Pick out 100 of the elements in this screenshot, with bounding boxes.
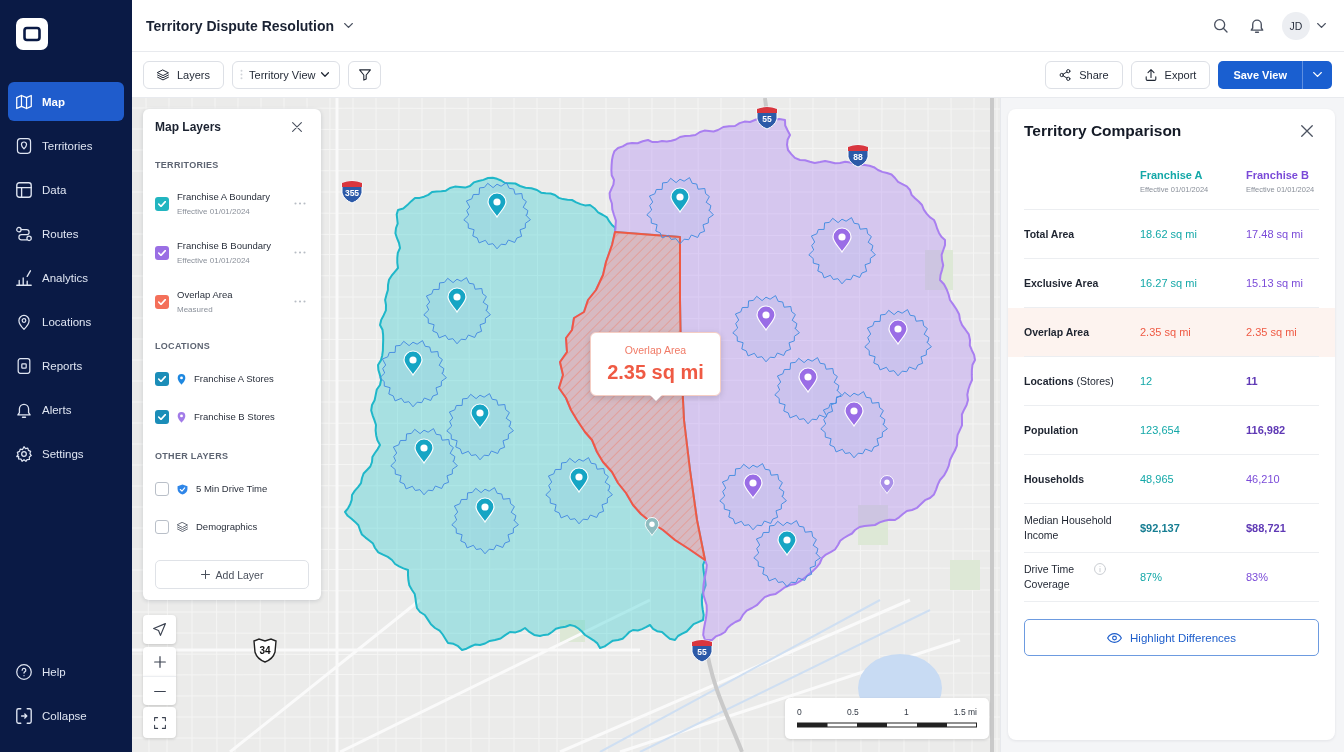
location-pin-icon[interactable] xyxy=(670,187,690,213)
location-pin-icon[interactable] xyxy=(475,497,495,523)
scale-label: 1 xyxy=(903,707,909,717)
minus-icon xyxy=(153,689,166,693)
nav-item[interactable]: Locations xyxy=(8,302,124,341)
location-pin-icon[interactable] xyxy=(644,517,660,536)
location-pin-icon[interactable] xyxy=(798,367,818,393)
nav-item[interactable]: Help xyxy=(8,652,124,691)
pin-frame-icon xyxy=(16,137,32,154)
location-pin-icon[interactable] xyxy=(879,475,895,494)
zoom-in-button[interactable] xyxy=(143,647,176,676)
layer-name: Franchise B Boundary xyxy=(177,239,271,252)
table-cell-text: 12 xyxy=(1140,375,1154,387)
location-pin-icon[interactable] xyxy=(487,192,507,218)
nav-item[interactable]: Alerts xyxy=(8,390,124,429)
bell-icon[interactable] xyxy=(1250,18,1264,33)
share-icon xyxy=(1059,68,1072,81)
checkmark-icon xyxy=(158,298,166,305)
locate-button[interactable] xyxy=(143,615,176,644)
filter-button[interactable] xyxy=(348,60,382,89)
table-cell-text: 83% xyxy=(1246,571,1270,583)
plus-icon xyxy=(200,570,210,579)
shield-check-icon xyxy=(177,483,188,495)
search-icon[interactable] xyxy=(1214,18,1228,33)
fullscreen-button[interactable] xyxy=(143,707,176,738)
row-label: Drive Time Coverage xyxy=(1024,562,1076,592)
row-label: Overlap Area xyxy=(1024,324,1090,340)
scale-label: 0.5 xyxy=(846,707,859,717)
close-icon[interactable] xyxy=(1301,125,1313,137)
checkbox[interactable] xyxy=(155,372,169,386)
row-label: Households xyxy=(1024,471,1086,487)
highway-shield: 355 xyxy=(341,180,363,204)
panel-title: Map Layers xyxy=(155,120,222,134)
more-icon[interactable] xyxy=(294,251,306,254)
location-pin-icon[interactable] xyxy=(888,319,908,345)
drive-time-area xyxy=(446,393,514,461)
location-pin-icon[interactable] xyxy=(403,350,423,376)
section-heading: LOCATIONS xyxy=(155,340,211,352)
nav-item[interactable]: Analytics xyxy=(8,258,124,297)
scale-label: 0 xyxy=(797,707,802,717)
bar-chart-icon xyxy=(16,269,32,286)
location-pin-icon[interactable] xyxy=(470,403,490,429)
drive-time-area xyxy=(423,277,491,345)
layer-subtitle: Effective 01/01/2024 xyxy=(177,206,250,217)
help-icon xyxy=(16,663,32,680)
nav-item[interactable]: Reports xyxy=(8,346,124,385)
drive-time-area xyxy=(732,295,800,363)
location-pin-icon[interactable] xyxy=(414,438,434,464)
row-label: Locations (Stores) xyxy=(1024,373,1115,389)
save-view-button[interactable]: Save View xyxy=(1218,60,1302,89)
location-pin-icon[interactable] xyxy=(743,473,763,499)
row-label: Population xyxy=(1024,422,1080,438)
caret-icon[interactable] xyxy=(1317,23,1326,28)
nav-item[interactable]: Routes xyxy=(8,214,124,253)
checkbox[interactable] xyxy=(155,245,169,260)
highlight-differences-button[interactable]: Highlight Differences xyxy=(1024,619,1319,656)
caret-icon[interactable] xyxy=(344,23,353,28)
plus-icon xyxy=(153,655,166,668)
location-pin-icon[interactable] xyxy=(569,467,589,493)
checkbox[interactable] xyxy=(155,294,169,309)
user-avatar[interactable]: JD xyxy=(1282,11,1310,40)
nav-item[interactable]: Territories xyxy=(8,126,124,165)
map-icon xyxy=(16,93,32,110)
add-layer-button[interactable]: Add Layer xyxy=(155,560,309,589)
share-button[interactable]: Share xyxy=(1045,60,1123,89)
layer-name: 5 Min Drive Time xyxy=(196,483,268,495)
more-icon[interactable] xyxy=(294,300,306,303)
row-label: Median Household Income xyxy=(1024,513,1113,543)
layers-button[interactable]: Layers xyxy=(143,60,225,89)
nav-item[interactable]: Collapse xyxy=(8,696,124,735)
view-dropdown[interactable]: Territory View xyxy=(232,60,341,89)
filter-icon xyxy=(358,68,371,81)
section-heading: OTHER LAYERS xyxy=(155,450,229,462)
location-pin-icon[interactable] xyxy=(832,227,852,253)
table-cell-text: 11 xyxy=(1246,375,1259,387)
location-pin-icon[interactable] xyxy=(777,530,797,556)
export-button[interactable]: Export xyxy=(1130,60,1211,89)
checkbox[interactable] xyxy=(155,520,169,534)
checkbox[interactable] xyxy=(155,196,169,211)
table-cell-text: 116,982 xyxy=(1246,424,1287,436)
caret-icon xyxy=(1313,72,1322,77)
save-options-button[interactable] xyxy=(1302,60,1332,89)
location-pin-icon[interactable] xyxy=(447,287,467,313)
table-cell-text: 15.13 sq mi xyxy=(1246,277,1304,289)
nav-item[interactable]: Settings xyxy=(8,434,124,473)
nav-item[interactable]: Map xyxy=(8,82,124,121)
location-pin-icon[interactable] xyxy=(844,401,864,427)
more-icon[interactable] xyxy=(294,202,306,205)
location-pin-icon[interactable] xyxy=(756,305,776,331)
document-icon xyxy=(16,357,32,374)
table-icon xyxy=(16,181,32,198)
fullscreen-icon xyxy=(153,716,166,729)
row-label: Total Area xyxy=(1024,226,1076,242)
checkbox[interactable] xyxy=(155,482,169,496)
close-icon[interactable] xyxy=(292,122,302,132)
drive-time-area xyxy=(753,520,821,588)
checkbox[interactable] xyxy=(155,410,169,424)
layer-subtitle: Measured xyxy=(177,304,213,315)
checkmark-icon xyxy=(158,414,166,420)
nav-item[interactable]: Data xyxy=(8,170,124,209)
